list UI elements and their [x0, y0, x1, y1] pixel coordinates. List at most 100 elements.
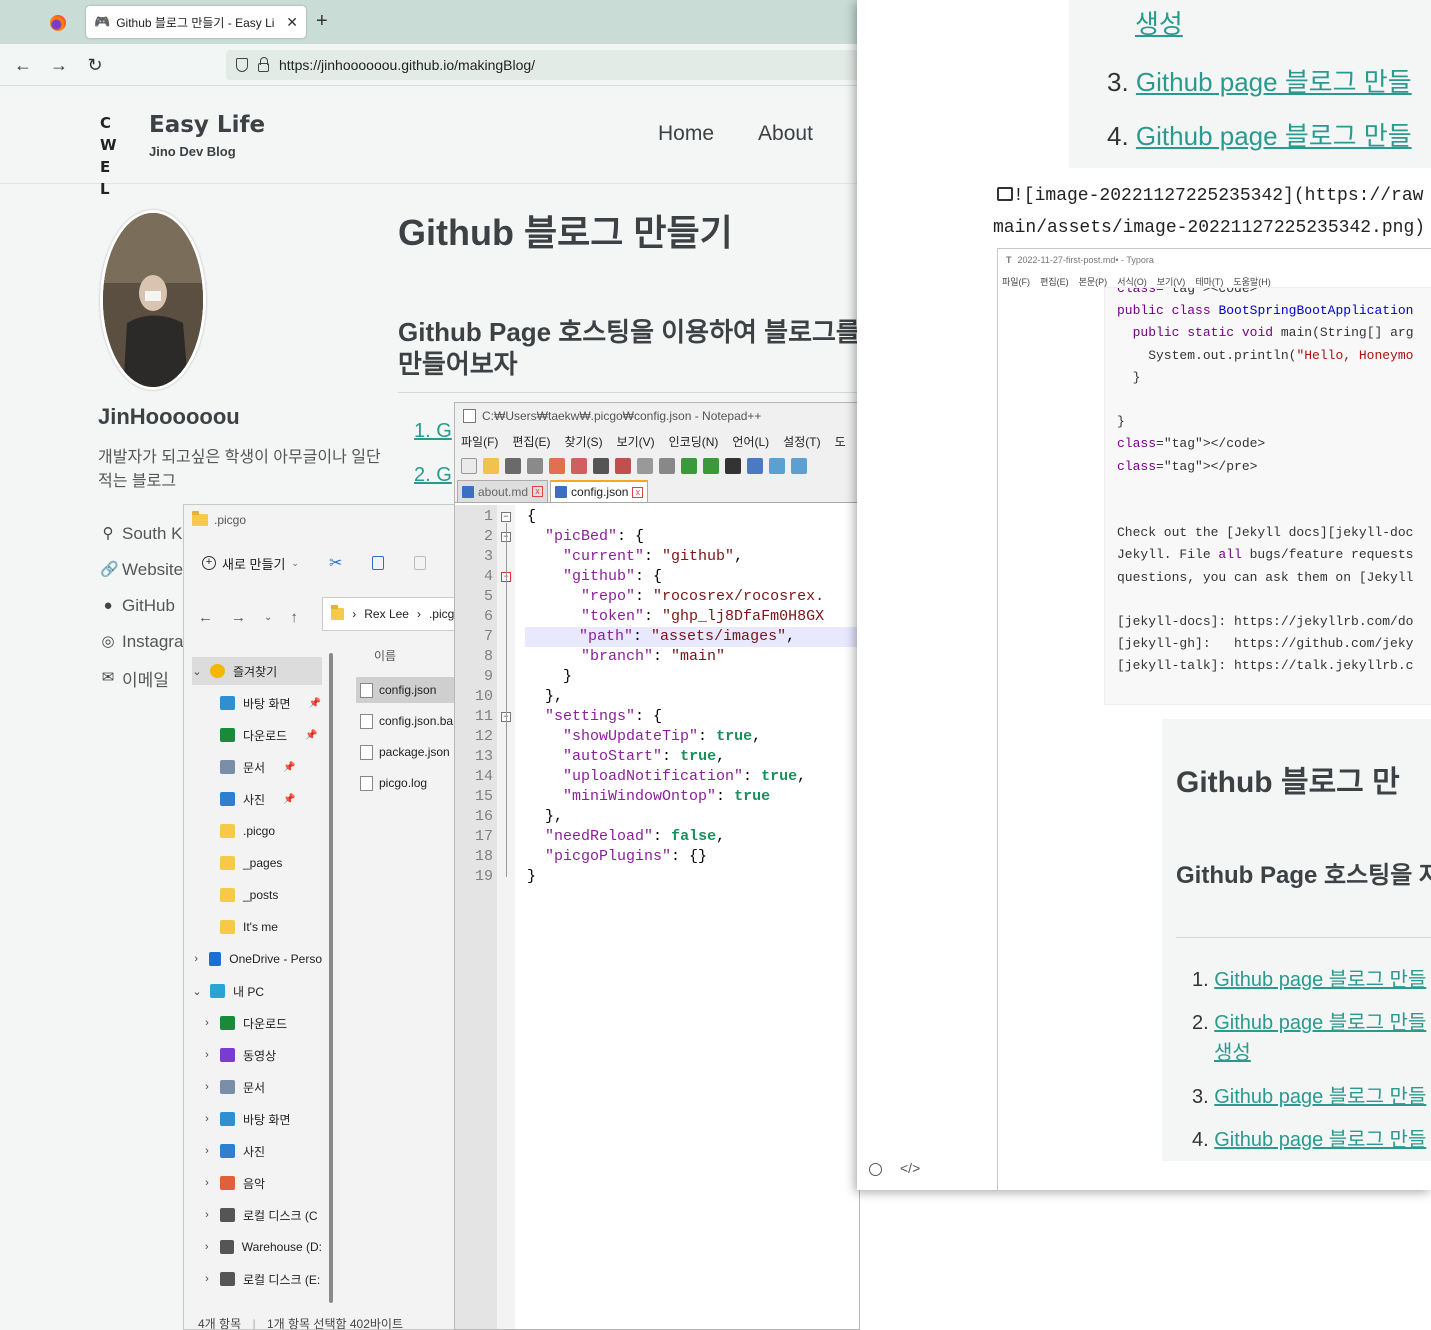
nav-home-link[interactable]: Home: [658, 122, 714, 146]
close-tab-icon[interactable]: ✕: [286, 14, 298, 31]
lock-icon[interactable]: [258, 56, 269, 72]
code-editor[interactable]: 12345678910111213141516171819 −−−− { "pi…: [455, 505, 859, 1329]
find-icon[interactable]: [725, 458, 741, 474]
tab-github-blog[interactable]: 🎮 Github 블로그 만들기 - Easy Li ✕: [86, 6, 306, 38]
code-line[interactable]: "uploadNotification": true,: [527, 767, 806, 787]
new-button[interactable]: + 새로 만들기 ⌄: [202, 554, 299, 573]
menu-item[interactable]: 파일(F): [461, 433, 498, 450]
source-code-icon[interactable]: </>: [900, 1160, 920, 1176]
shield-icon[interactable]: [236, 58, 248, 72]
chevron-right-icon[interactable]: ›: [202, 1049, 212, 1061]
open-file-icon[interactable]: [483, 458, 499, 474]
code-line[interactable]: "picBed": {: [527, 527, 644, 547]
menu-item[interactable]: 도: [835, 433, 846, 450]
toc-link[interactable]: Github page 블로그 만들: [1136, 67, 1412, 97]
undo-icon[interactable]: [681, 458, 697, 474]
close-icon[interactable]: [549, 458, 565, 474]
chevron-right-icon[interactable]: ›: [202, 1017, 212, 1029]
nav-item-7[interactable]: _posts: [202, 881, 322, 909]
fold-margin[interactable]: −−−−: [497, 505, 515, 1329]
toc-item[interactable]: 3. Github page 블로그 만들: [1107, 62, 1412, 99]
new-tab-button[interactable]: +: [316, 10, 328, 33]
paste-icon[interactable]: [414, 556, 427, 570]
toc-link[interactable]: 1. G: [414, 420, 452, 442]
nav-item-19[interactable]: › 로컬 디스크 (E:: [202, 1265, 322, 1293]
code-line[interactable]: "path": "assets/images",: [525, 627, 859, 647]
nav-item-8[interactable]: It's me: [202, 913, 322, 941]
nav-item-9[interactable]: › OneDrive - Perso: [192, 945, 322, 973]
code-line[interactable]: "needReload": false,: [527, 827, 725, 847]
tab-about-md[interactable]: about.md x: [457, 480, 549, 502]
nav-item-18[interactable]: › Warehouse (D:: [202, 1233, 322, 1261]
nav-item-16[interactable]: › 음악: [202, 1169, 322, 1197]
chevron-right-icon[interactable]: ›: [202, 1241, 212, 1253]
url-bar[interactable]: https://jinhoooooou.github.io/makingBlog…: [226, 50, 860, 80]
chevron-right-icon[interactable]: ›: [202, 1273, 212, 1285]
outline-toggle-icon[interactable]: [869, 1163, 882, 1176]
nav-about-link[interactable]: About: [758, 122, 813, 146]
code-line[interactable]: },: [527, 687, 563, 707]
code-line[interactable]: }: [527, 867, 536, 887]
nav-item-11[interactable]: › 다운로드: [202, 1009, 322, 1037]
markdown-image-line[interactable]: ![image-20221127225235342](https://raw: [997, 186, 1423, 206]
copy-icon[interactable]: [637, 458, 653, 474]
reload-button[interactable]: ↻: [82, 52, 108, 78]
url-text[interactable]: https://jinhoooooou.github.io/makingBlog…: [279, 57, 535, 73]
nav-item-17[interactable]: › 로컬 디스크 (C: [202, 1201, 322, 1229]
column-header-name[interactable]: 이름: [374, 647, 396, 664]
file-row[interactable]: config.json: [356, 677, 458, 703]
chevron-right-icon[interactable]: ›: [202, 1113, 212, 1125]
cut-icon[interactable]: [615, 458, 631, 474]
code-line[interactable]: "picgoPlugins": {}: [527, 847, 707, 867]
toc-item[interactable]: 1. G: [414, 420, 452, 443]
file-row[interactable]: picgo.log: [356, 770, 458, 796]
forward-button[interactable]: →: [46, 52, 72, 78]
chevron-right-icon[interactable]: ›: [202, 1145, 212, 1157]
recent-chevron-icon[interactable]: ⌄: [264, 612, 272, 623]
copy-icon[interactable]: [372, 556, 385, 570]
cut-icon[interactable]: ✂: [329, 553, 342, 573]
code-line[interactable]: "current": "github",: [527, 547, 743, 567]
zoom-in-icon[interactable]: [769, 458, 785, 474]
back-arrow-icon[interactable]: ←: [198, 609, 213, 626]
code-line[interactable]: "autoStart": true,: [527, 747, 725, 767]
nav-item-6[interactable]: _pages: [202, 849, 322, 877]
back-button[interactable]: ←: [10, 52, 36, 78]
chevron-down-icon[interactable]: ⌄: [192, 665, 202, 678]
file-row[interactable]: package.json: [356, 739, 458, 765]
chevron-right-icon[interactable]: ›: [202, 1177, 212, 1189]
file-row[interactable]: config.json.ba: [356, 708, 458, 734]
code-line[interactable]: "github": {: [527, 567, 662, 587]
nav-item-1[interactable]: 바탕 화면 📌: [202, 689, 322, 717]
nav-item-13[interactable]: › 문서: [202, 1073, 322, 1101]
close-all-icon[interactable]: [571, 458, 587, 474]
toc-link[interactable]: 2. G: [414, 464, 452, 486]
code-line[interactable]: }: [527, 667, 572, 687]
nav-item-3[interactable]: 문서 📌: [202, 753, 322, 781]
code-line[interactable]: "repo": "rocosrex/rocosrex.: [527, 587, 824, 607]
tab-config-json[interactable]: config.json x: [550, 480, 649, 502]
paste-icon[interactable]: [659, 458, 675, 474]
nav-item-10[interactable]: ⌄ 내 PC: [192, 977, 322, 1005]
site-logo[interactable]: C W E L: [100, 112, 136, 198]
redo-icon[interactable]: [703, 458, 719, 474]
breadcrumb-item[interactable]: Rex Lee: [364, 607, 409, 621]
menu-item[interactable]: 설정(T): [783, 433, 820, 450]
fold-toggle-icon[interactable]: −: [501, 512, 511, 522]
firefox-view-tab[interactable]: [36, 8, 80, 38]
zoom-out-icon[interactable]: [791, 458, 807, 474]
close-tab-icon[interactable]: x: [532, 486, 544, 497]
replace-icon[interactable]: [747, 458, 763, 474]
nav-item-12[interactable]: › 동영상: [202, 1041, 322, 1069]
site-title[interactable]: Easy Life: [149, 112, 265, 138]
new-file-icon[interactable]: [461, 458, 477, 474]
nav-item-0[interactable]: ⌄ 즐겨찾기: [192, 657, 322, 685]
markdown-image-path[interactable]: main/assets/image-20221127225235342.png): [993, 218, 1425, 238]
menu-item[interactable]: 찾기(S): [564, 433, 602, 450]
code-line[interactable]: "showUpdateTip": true,: [527, 727, 761, 747]
code-line[interactable]: "branch": "main": [527, 647, 725, 667]
chevron-right-icon[interactable]: ›: [192, 953, 201, 965]
chevron-right-icon[interactable]: ›: [202, 1209, 212, 1221]
breadcrumb[interactable]: › Rex Lee › .picgo: [322, 597, 458, 631]
nav-item-5[interactable]: .picgo: [202, 817, 322, 845]
